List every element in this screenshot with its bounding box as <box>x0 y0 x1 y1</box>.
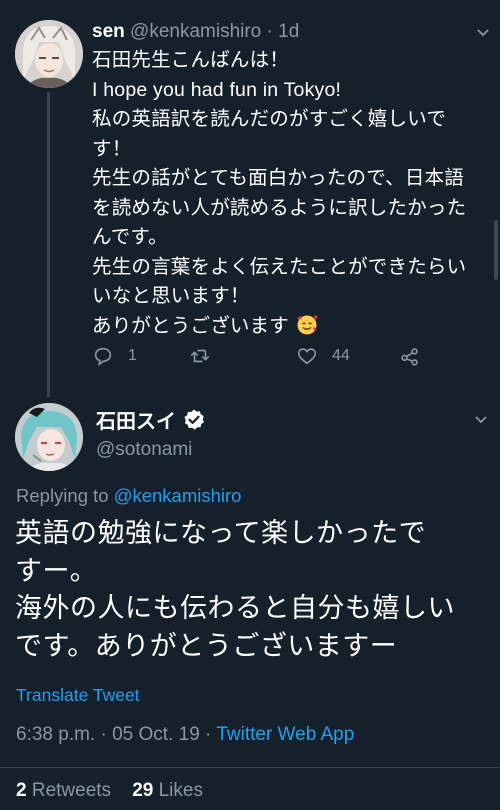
text-line: 石田先生こんばんは！ <box>92 49 290 71</box>
likes-stat[interactable]: 29 Likes <box>132 780 203 801</box>
retweet-button[interactable] <box>189 345 225 367</box>
text-line: です。ありがとうございますー <box>15 630 398 661</box>
text-line: す！ <box>92 137 132 160</box>
text-line: を読めない人が読めるように訳したかった <box>92 196 467 219</box>
share-icon <box>401 348 418 366</box>
text-line: すー。 <box>15 555 98 586</box>
main-tweet: 石田スイ @sotonami Replying to @kenkamishiro… <box>0 395 500 810</box>
reply-tweet-age[interactable]: 1d <box>278 21 299 42</box>
main-author-name[interactable]: 石田スイ <box>96 405 176 434</box>
text-line: 先生の言葉をよく伝えたことができたらい <box>92 255 467 278</box>
like-button[interactable]: 44 <box>296 345 350 367</box>
text-line: 海外の人にも伝わると自分も嬉しい <box>15 593 455 623</box>
reply-tweet-body: sen @kenkamishiro · 1d 石田先生こんばんは！ I hope… <box>92 18 487 341</box>
tweet-timestamp[interactable]: 6:38 p.m. · 05 Oct. 19 · <box>16 724 216 745</box>
reply-count: 1 <box>128 347 137 364</box>
replying-to-mention[interactable]: @kenkamishiro <box>114 485 242 506</box>
text-line: I hope you had fun in Tokyo! <box>92 78 342 101</box>
text-line-last: ありがとうございます <box>92 312 487 342</box>
reply-tweet-header: sen @kenkamishiro · 1d <box>92 18 487 46</box>
avatar-illustration <box>15 20 83 88</box>
share-button[interactable] <box>399 345 421 367</box>
text-line: 私の英語訳を読んだのがすごく嬉しいで <box>92 108 447 130</box>
reply-tweet-actions: 1 44 <box>92 345 432 379</box>
chevron-down-icon[interactable] <box>476 28 490 38</box>
text-line: ありがとうございます <box>92 314 290 337</box>
translate-tweet-link[interactable]: Translate Tweet <box>16 685 140 706</box>
tweet-source-link[interactable]: Twitter Web App <box>216 724 354 745</box>
retweets-stat[interactable]: 2 Retweets <box>16 780 111 801</box>
divider <box>0 767 500 768</box>
retweets-count: 2 <box>16 780 27 801</box>
thread-connector <box>47 92 50 397</box>
reply-tweet[interactable]: sen @kenkamishiro · 1d 石田先生こんばんは！ I hope… <box>0 0 500 397</box>
reply-icon <box>94 347 112 367</box>
avatar-illustration <box>15 403 83 471</box>
likes-label: Likes <box>153 780 203 801</box>
tweet-timestamp-row: 6:38 p.m. · 05 Oct. 19 · Twitter Web App <box>16 724 354 746</box>
like-count: 44 <box>332 347 350 364</box>
main-author-avatar[interactable] <box>15 403 83 471</box>
retweets-label: Retweets <box>26 780 112 801</box>
reply-author-name[interactable]: sen <box>92 21 125 42</box>
chevron-down-icon[interactable] <box>474 415 488 425</box>
meta-separator: · <box>266 21 273 42</box>
main-author-handle[interactable]: @sotonami <box>96 439 192 461</box>
replying-to: Replying to @kenkamishiro <box>16 485 241 507</box>
heart-icon <box>297 348 317 365</box>
reply-author-handle[interactable]: @kenkamishiro <box>130 21 261 42</box>
text-line: いなと思います！ <box>92 285 250 307</box>
text-line: んです。 <box>92 226 168 248</box>
text-line: 先生の話がとても面白かったので、日本語 <box>92 167 464 189</box>
main-tweet-text: 英語の勉強になって楽しかったで すー。 海外の人にも伝わると自分も嬉しい です。… <box>15 515 455 665</box>
tweet-stats: 2 Retweets 29 Likes <box>16 780 203 802</box>
text-line: 英語の勉強になって楽しかったで <box>15 518 427 548</box>
reply-author-avatar[interactable] <box>15 20 83 88</box>
replying-to-label: Replying to <box>16 485 114 506</box>
reply-tweet-text: 石田先生こんばんは！ I hope you had fun in Tokyo! … <box>92 46 487 341</box>
retweet-icon <box>190 349 210 363</box>
main-author-name-row: 石田スイ <box>96 405 206 434</box>
scrollbar[interactable] <box>494 220 498 280</box>
reply-button[interactable]: 1 <box>92 345 137 367</box>
likes-count: 29 <box>132 780 154 801</box>
smiling-face-with-hearts-icon <box>297 314 318 334</box>
verified-badge-icon <box>184 409 204 430</box>
